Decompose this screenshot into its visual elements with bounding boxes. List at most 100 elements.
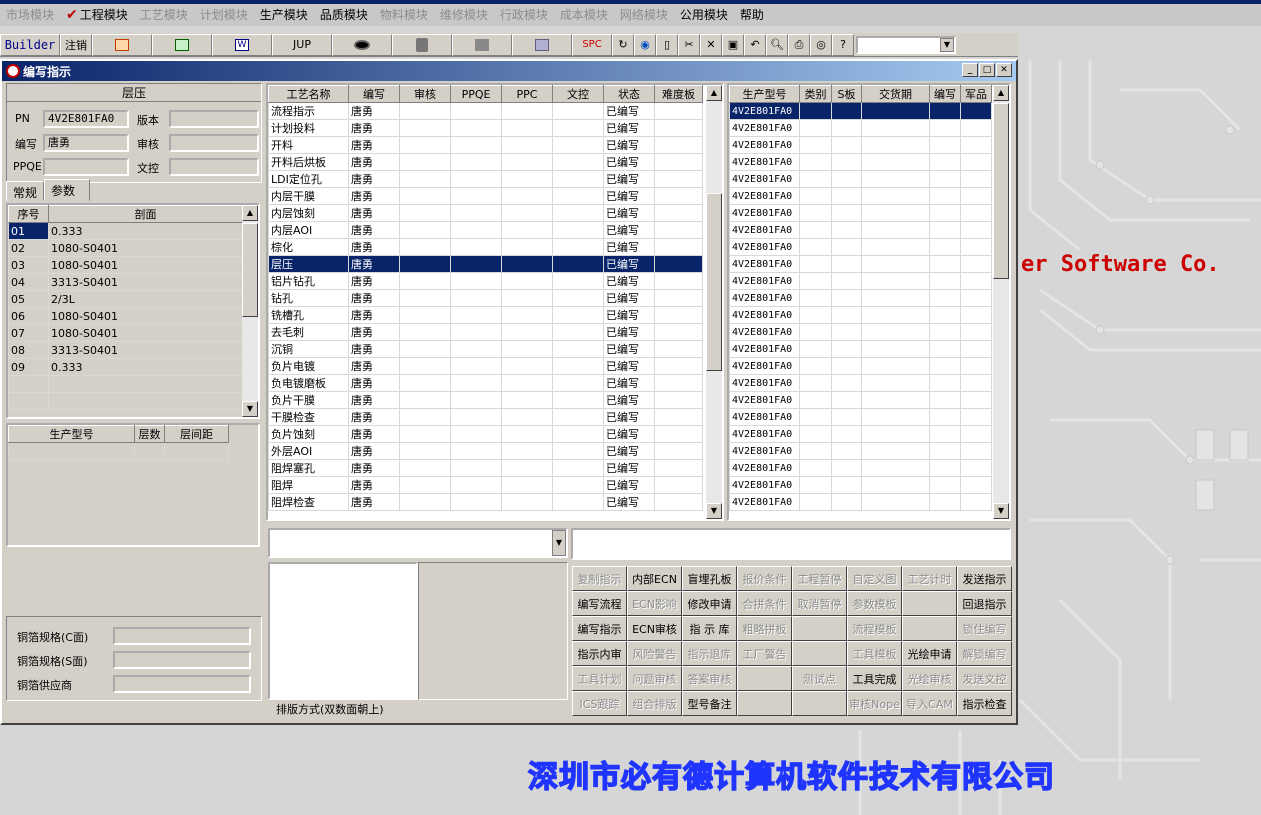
action-button-3-0[interactable]: 指示内审 xyxy=(572,641,627,666)
action-button-3-7[interactable]: 解锁编写 xyxy=(957,641,1012,666)
model-list-cell[interactable] xyxy=(929,357,961,375)
process-cell[interactable] xyxy=(654,221,703,239)
model-list-cell[interactable]: 4V2E801FA0 xyxy=(729,493,800,511)
model-list-cell[interactable] xyxy=(831,136,862,154)
process-cell[interactable]: 外层AOI xyxy=(268,442,349,460)
action-button-0-2[interactable]: 盲埋孔板 xyxy=(682,566,737,591)
process-cell[interactable] xyxy=(501,221,553,239)
action-button-4-1[interactable]: 问题审核 xyxy=(627,666,682,691)
model-list-cell[interactable] xyxy=(861,187,930,205)
model-list-cell[interactable] xyxy=(831,340,862,358)
model-list-row[interactable]: 4V2E801FA0 xyxy=(729,374,992,392)
model-list-row[interactable]: 4V2E801FA0 xyxy=(729,476,992,494)
model-list-cell[interactable] xyxy=(831,238,862,256)
process-row[interactable]: 阻焊塞孔 唐勇 已编写 xyxy=(268,459,703,477)
ppqe-field[interactable] xyxy=(43,158,129,176)
process-cell[interactable] xyxy=(552,357,604,375)
process-cell[interactable]: 唐勇 xyxy=(348,102,400,120)
action-button-2-4[interactable] xyxy=(792,616,847,641)
process-cell[interactable] xyxy=(450,391,502,409)
model-list-cell[interactable]: 4V2E801FA0 xyxy=(729,340,800,358)
model-list-cell[interactable] xyxy=(960,170,992,188)
process-cell[interactable] xyxy=(552,289,604,307)
process-cell[interactable] xyxy=(450,255,502,273)
process-cell[interactable]: 负片电镀 xyxy=(268,357,349,375)
model-list-cell[interactable] xyxy=(861,204,930,222)
review-field[interactable] xyxy=(169,134,259,152)
scroll-thumb[interactable] xyxy=(242,223,258,317)
model-list-cell[interactable] xyxy=(861,153,930,171)
model-list-cell[interactable]: 4V2E801FA0 xyxy=(729,408,800,426)
process-cell[interactable]: 唐勇 xyxy=(348,357,400,375)
process-cell[interactable] xyxy=(654,204,703,222)
process-cell[interactable] xyxy=(450,323,502,341)
process-cell[interactable]: 唐勇 xyxy=(348,459,400,477)
process-cell[interactable] xyxy=(450,289,502,307)
layer-row[interactable]: 08 3313-S0401 xyxy=(8,341,243,359)
model-list-cell[interactable] xyxy=(831,459,862,477)
powerpoint-button[interactable] xyxy=(92,33,152,56)
model-list-cell[interactable] xyxy=(861,136,930,154)
layer-profile-cell[interactable]: 3313-S0401 xyxy=(48,341,243,359)
process-col-header[interactable]: 文控 xyxy=(552,85,604,103)
process-row[interactable]: 内层AOI 唐勇 已编写 xyxy=(268,221,703,239)
process-cell[interactable] xyxy=(450,459,502,477)
layer-row[interactable]: 01 0.333 xyxy=(8,222,243,240)
action-button-4-2[interactable]: 答案审核 xyxy=(682,666,737,691)
model-list-row[interactable]: 4V2E801FA0 xyxy=(729,272,992,290)
find-button[interactable]: ◎ xyxy=(810,33,832,56)
scroll-thumb[interactable] xyxy=(706,193,722,371)
process-cell[interactable] xyxy=(399,255,451,273)
model-list-col-header[interactable]: S板 xyxy=(831,85,862,103)
sync-button[interactable]: ↻ xyxy=(612,33,634,56)
process-cell[interactable] xyxy=(552,459,604,477)
help-button[interactable]: ? xyxy=(832,33,854,56)
print-button[interactable]: ⎙ xyxy=(788,33,810,56)
model-list-cell[interactable]: 4V2E801FA0 xyxy=(729,170,800,188)
process-col-header[interactable]: 难度板 xyxy=(654,85,703,103)
action-button-5-4[interactable] xyxy=(792,691,847,716)
model-list-cell[interactable] xyxy=(861,255,930,273)
process-cell[interactable] xyxy=(399,119,451,137)
model-list-cell[interactable] xyxy=(799,374,832,392)
scroll-up-icon[interactable]: ▲ xyxy=(993,85,1009,101)
model-list-row[interactable]: 4V2E801FA0 xyxy=(729,170,992,188)
process-cell[interactable]: 内层蚀刻 xyxy=(268,204,349,222)
action-button-5-0[interactable]: ICS跟踪 xyxy=(572,691,627,716)
model-list-cell[interactable] xyxy=(831,493,862,511)
new-button[interactable]: ▯ xyxy=(656,33,678,56)
model-list-cell[interactable]: 4V2E801FA0 xyxy=(729,272,800,290)
action-button-1-5[interactable]: 参数模板 xyxy=(847,591,902,616)
process-cell[interactable] xyxy=(399,221,451,239)
process-cell[interactable] xyxy=(450,272,502,290)
model-list-cell[interactable] xyxy=(831,391,862,409)
process-cell[interactable] xyxy=(450,102,502,120)
model-list-cell[interactable] xyxy=(831,374,862,392)
model-list-cell[interactable] xyxy=(929,323,961,341)
process-col-header[interactable]: 工艺名称 xyxy=(268,85,349,103)
process-cell[interactable]: 流程指示 xyxy=(268,102,349,120)
layer-index-cell[interactable]: 07 xyxy=(8,324,49,342)
process-cell[interactable] xyxy=(501,442,553,460)
process-cell[interactable] xyxy=(501,170,553,188)
model-list-cell[interactable] xyxy=(929,255,961,273)
process-cell[interactable] xyxy=(399,357,451,375)
process-cell[interactable] xyxy=(450,170,502,188)
model-list-row[interactable]: 4V2E801FA0 xyxy=(729,187,992,205)
menu-item-4[interactable]: 生产模块 xyxy=(254,4,314,26)
process-cell[interactable]: 已编写 xyxy=(603,255,655,273)
model-list-cell[interactable] xyxy=(960,323,992,341)
model-list-cell[interactable] xyxy=(799,204,832,222)
builder-button[interactable]: Builder xyxy=(0,33,60,56)
process-cell[interactable]: 唐勇 xyxy=(348,170,400,188)
model-list-row[interactable]: 4V2E801FA0 xyxy=(729,221,992,239)
model-list-cell[interactable] xyxy=(929,408,961,426)
model-list-row[interactable]: 4V2E801FA0 xyxy=(729,204,992,222)
model-list-cell[interactable] xyxy=(960,187,992,205)
process-cell[interactable] xyxy=(399,102,451,120)
process-cell[interactable] xyxy=(654,136,703,154)
menu-item-2[interactable]: 工艺模块 xyxy=(134,4,194,26)
model-list-cell[interactable] xyxy=(799,272,832,290)
process-cell[interactable]: 已编写 xyxy=(603,442,655,460)
model-list-cell[interactable] xyxy=(831,408,862,426)
